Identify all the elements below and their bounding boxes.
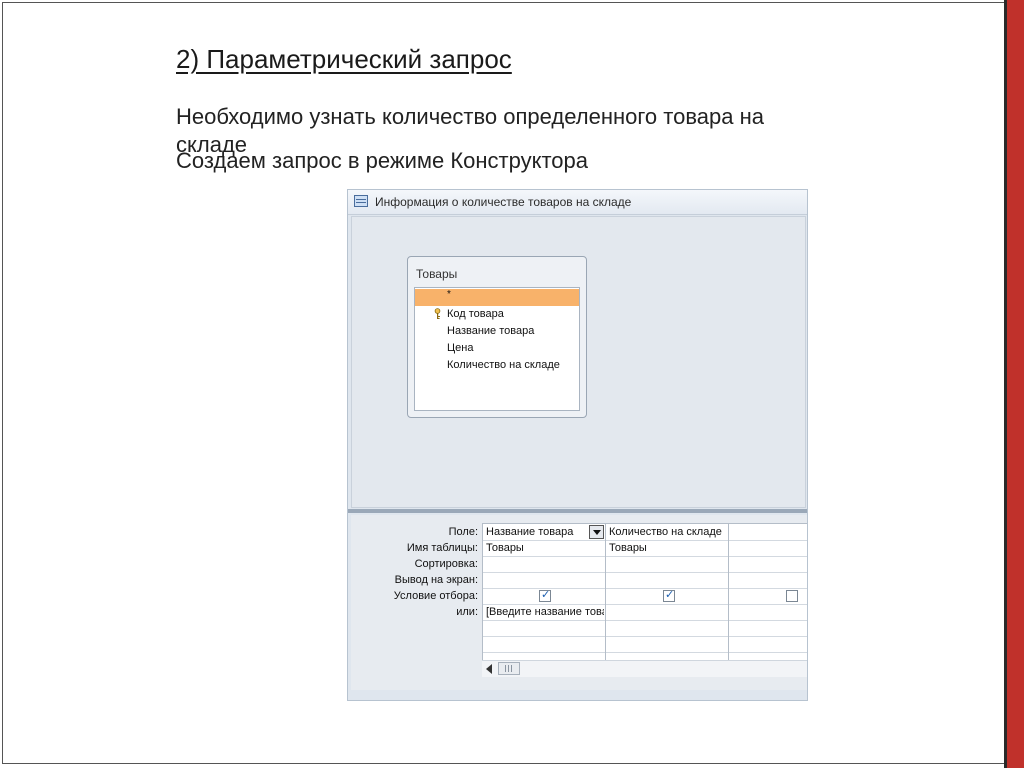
lower-horizontal-scrollbar[interactable]: [482, 660, 807, 677]
row-label-show: Вывод на экран:: [394, 574, 478, 586]
design-grid-pane: Поле: Имя таблицы: Сортировка: Вывод на …: [351, 515, 807, 690]
chevron-down-icon[interactable]: [589, 525, 604, 539]
field-label: Количество на складе: [447, 359, 560, 371]
grid-cell-field-2[interactable]: Количество на складе: [609, 526, 727, 538]
row-label-table: Имя таблицы:: [406, 542, 478, 554]
table-box-tovary[interactable]: Товары * Код товара Название товара Цена…: [407, 256, 587, 418]
pane-splitter[interactable]: [348, 509, 807, 513]
grid-line: [483, 652, 807, 653]
query-design-grid[interactable]: Название товара Товары [Введите название…: [482, 523, 807, 660]
table-field-list[interactable]: * Код товара Название товара Цена Количе…: [414, 287, 580, 411]
field-item-tsena[interactable]: Цена: [415, 340, 579, 357]
query-designer-window: Информация о количестве товаров на склад…: [347, 189, 808, 701]
grid-cell-field-1[interactable]: Название товара: [486, 526, 586, 538]
grid-cell-criteria-1[interactable]: [Введите название товара]: [486, 606, 604, 618]
grid-line: [483, 636, 807, 637]
window-title: Информация о количестве товаров на склад…: [375, 195, 632, 209]
grid-column-divider: [605, 524, 606, 660]
grid-line: [483, 620, 807, 621]
grid-cell-table-2[interactable]: Товары: [609, 542, 727, 554]
row-label-field: Поле:: [448, 526, 478, 538]
slide-title: 2) Параметрический запрос: [176, 44, 512, 74]
grid-line: [483, 540, 807, 541]
field-item-kolichestvo[interactable]: Количество на складе: [415, 357, 579, 374]
field-label: Код товара: [447, 308, 504, 320]
scroll-thumb[interactable]: [498, 662, 520, 675]
grid-line: [483, 604, 807, 605]
query-icon: [354, 195, 368, 207]
window-titlebar[interactable]: Информация о количестве товаров на склад…: [348, 190, 807, 215]
show-checkbox-2[interactable]: [663, 588, 675, 602]
slide-accent-bar: [1007, 0, 1024, 768]
row-label-sort: Сортировка:: [414, 558, 478, 570]
slide-text-line-2: Создаем запрос в режиме Конструктора: [176, 148, 589, 173]
grid-line: [483, 572, 807, 573]
grid-line: [483, 588, 807, 589]
primary-key-icon: [434, 308, 441, 319]
field-item-kod-tovara[interactable]: Код товара: [415, 306, 579, 323]
field-item-all[interactable]: *: [415, 289, 579, 306]
field-label: Название товара: [447, 325, 535, 337]
row-label-or: или:: [456, 606, 478, 618]
show-checkbox-3[interactable]: [786, 590, 798, 602]
field-label: *: [447, 289, 451, 300]
grid-line: [483, 556, 807, 557]
table-box-title: Товары: [416, 267, 458, 281]
grid-cell-table-1[interactable]: Товары: [486, 542, 601, 554]
slide-text-line-1: Необходимо узнать количество определенно…: [176, 104, 764, 129]
grid-column-divider: [728, 524, 729, 660]
table-pane[interactable]: Товары * Код товара Название товара Цена…: [351, 216, 807, 533]
show-checkbox-1[interactable]: [539, 588, 551, 602]
scroll-left-icon[interactable]: [486, 664, 492, 674]
field-item-nazvanie-tovara[interactable]: Название товара: [415, 323, 579, 340]
row-label-criteria: Условие отбора:: [393, 590, 478, 602]
field-label: Цена: [447, 342, 474, 354]
